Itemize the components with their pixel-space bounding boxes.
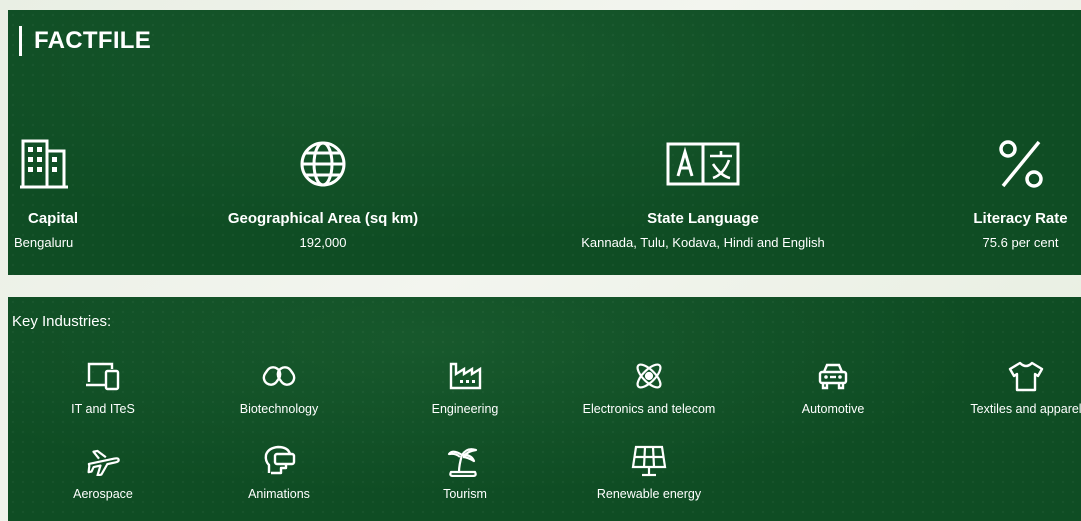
industry-label: Engineering: [431, 402, 499, 416]
fact-value: 192,000: [299, 235, 347, 250]
fact-value: 75.6 per cent: [982, 235, 1059, 250]
key-industries-panel: Key Industries: IT and ITeS Biotechnolog…: [8, 297, 1081, 521]
solar-panel-icon: [554, 444, 744, 478]
fact-label: Literacy Rate: [973, 210, 1068, 227]
industry-label: Textiles and apparel: [970, 402, 1081, 416]
fact-label: Capital: [28, 210, 79, 227]
fact-value: Bengaluru: [14, 235, 74, 250]
globe-icon: [198, 134, 448, 194]
factfile-panel: FACTFILE Capital Bengaluru Geographical …: [8, 10, 1081, 275]
industry-biotechnology: Biotechnology: [184, 359, 374, 416]
capsule-icon: [184, 359, 374, 393]
percent-icon: [953, 134, 1081, 194]
industry-label: IT and ITeS: [71, 402, 135, 416]
fact-capital: Capital Bengaluru: [14, 134, 114, 250]
industry-automotive: Automotive: [738, 359, 928, 416]
building-icon: [14, 134, 114, 194]
vr-headset-icon: [184, 444, 374, 478]
industry-label: Renewable energy: [596, 487, 702, 501]
industry-electronics-telecom: Electronics and telecom: [554, 359, 744, 416]
factfile-heading: FACTFILE: [19, 26, 151, 56]
industry-textiles-apparel: Textiles and apparel: [931, 359, 1081, 416]
industry-engineering: Engineering: [370, 359, 560, 416]
factfile-title: FACTFILE: [34, 27, 152, 54]
car-icon: [738, 359, 928, 393]
industry-it-ites: IT and ITeS: [8, 359, 198, 416]
airplane-icon: [8, 444, 198, 478]
devices-icon: [8, 359, 198, 393]
title-accent-bar: [19, 26, 22, 56]
translate-icon: [543, 134, 863, 194]
factory-icon: [370, 359, 560, 393]
tshirt-icon: [931, 359, 1081, 393]
industry-label: Biotechnology: [239, 402, 319, 416]
industry-label: Electronics and telecom: [582, 402, 716, 416]
fact-value: Kannada, Tulu, Kodava, Hindi and English: [581, 235, 825, 250]
industry-label: Animations: [248, 487, 310, 501]
palm-island-icon: [370, 444, 560, 478]
industry-label: Aerospace: [73, 487, 133, 501]
atom-icon: [554, 359, 744, 393]
industry-aerospace: Aerospace: [8, 444, 198, 501]
fact-literacy-rate: Literacy Rate 75.6 per cent: [953, 134, 1081, 250]
key-industries-title: Key Industries:: [12, 313, 112, 330]
industry-label: Automotive: [801, 402, 865, 416]
fact-label: Geographical Area (sq km): [227, 210, 419, 227]
fact-label: State Language: [647, 210, 759, 227]
fact-state-language: State Language Kannada, Tulu, Kodava, Hi…: [543, 134, 863, 250]
industry-label: Tourism: [443, 487, 487, 501]
fact-geographical-area: Geographical Area (sq km) 192,000: [198, 134, 448, 250]
industry-tourism: Tourism: [370, 444, 560, 501]
industry-renewable-energy: Renewable energy: [554, 444, 744, 501]
industry-animations: Animations: [184, 444, 374, 501]
